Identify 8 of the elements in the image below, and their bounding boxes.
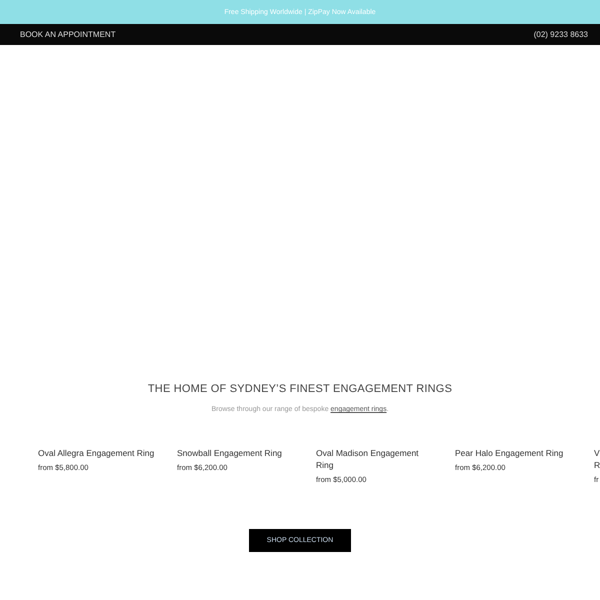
phone-link[interactable]: (02) 9233 8633	[534, 30, 588, 39]
product-name[interactable]: Snowball Engagement Ring	[177, 447, 282, 459]
product-name[interactable]: Oval Madison Engagement Ring	[316, 447, 436, 471]
appointment-link[interactable]: BOOK AN APPOINTMENT	[20, 30, 116, 39]
product-name[interactable]: Pear Halo Engagement Ring	[455, 447, 564, 459]
product-name[interactable]: V R	[594, 447, 600, 471]
product-name[interactable]: Oval Allegra Engagement Ring	[38, 447, 154, 459]
section-heading: THE HOME OF SYDNEY’S FINEST ENGAGEMENT RINGS	[148, 383, 452, 395]
